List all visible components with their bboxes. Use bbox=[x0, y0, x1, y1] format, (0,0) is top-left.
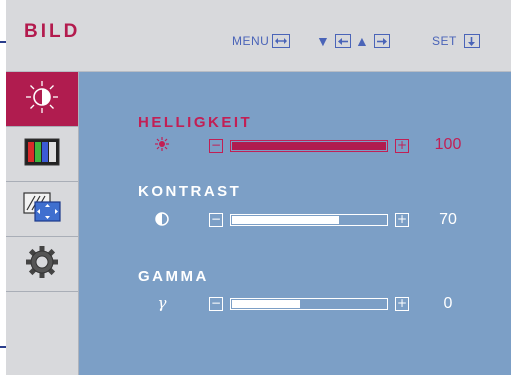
brightness-increase-button[interactable]: + bbox=[395, 139, 409, 153]
sidebar-item-position[interactable] bbox=[6, 182, 78, 237]
screen-position-icon bbox=[23, 191, 61, 227]
down-key-hint[interactable]: ▼ bbox=[316, 32, 352, 50]
set-key-label: SET bbox=[432, 34, 457, 48]
menu-key-icon bbox=[272, 34, 291, 48]
gamma-fill bbox=[232, 300, 301, 308]
contrast-decrease-button[interactable]: − bbox=[209, 213, 223, 227]
menu-title: BILD bbox=[24, 21, 81, 42]
contrast-fill bbox=[232, 216, 340, 224]
gamma-decrease-button[interactable]: − bbox=[209, 297, 223, 311]
left-arrow-key-icon bbox=[335, 34, 352, 48]
brightness-icon bbox=[24, 79, 60, 120]
gamma-slider[interactable]: − + bbox=[209, 297, 409, 311]
menu-header: BILD MENU ▼ ▲ SET bbox=[6, 0, 511, 72]
contrast-symbol-icon bbox=[152, 212, 172, 231]
up-key-hint[interactable]: ▲ bbox=[355, 32, 391, 50]
brightness-slider[interactable]: − + bbox=[209, 139, 409, 153]
right-arrow-key-icon bbox=[374, 34, 391, 48]
brightness-fill bbox=[232, 142, 386, 150]
category-sidebar bbox=[6, 72, 79, 375]
param-label-contrast: KONTRAST bbox=[138, 183, 242, 200]
sidebar-item-color[interactable] bbox=[6, 127, 78, 182]
up-arrow-icon: ▲ bbox=[355, 33, 370, 49]
settings-gear-icon bbox=[24, 244, 60, 285]
contrast-value: 70 bbox=[439, 211, 457, 228]
brightness-symbol-icon bbox=[152, 137, 172, 156]
brightness-track[interactable] bbox=[230, 140, 388, 152]
sidebar-item-settings[interactable] bbox=[6, 237, 78, 292]
set-down-key-icon bbox=[463, 34, 480, 48]
osd-menu: BILD MENU ▼ ▲ SET HELLIGKEIT − + 100 KON… bbox=[6, 0, 511, 375]
gamma-increase-button[interactable]: + bbox=[395, 297, 409, 311]
contrast-increase-button[interactable]: + bbox=[395, 213, 409, 227]
param-label-gamma: GAMMA bbox=[138, 268, 209, 285]
gamma-value: 0 bbox=[443, 295, 453, 312]
brightness-value: 100 bbox=[434, 136, 462, 153]
color-bars-icon bbox=[24, 138, 60, 171]
gamma-track[interactable] bbox=[230, 298, 388, 310]
param-label-brightness: HELLIGKEIT bbox=[138, 114, 253, 131]
contrast-slider[interactable]: − + bbox=[209, 213, 409, 227]
contrast-track[interactable] bbox=[230, 214, 388, 226]
set-key-hint[interactable]: SET bbox=[432, 32, 480, 50]
menu-key-hint[interactable]: MENU bbox=[232, 32, 291, 50]
brightness-decrease-button[interactable]: − bbox=[209, 139, 223, 153]
gamma-symbol-icon: γ bbox=[157, 294, 167, 312]
sidebar-item-picture[interactable] bbox=[6, 72, 78, 127]
menu-key-label: MENU bbox=[232, 34, 270, 48]
down-arrow-icon: ▼ bbox=[316, 33, 331, 49]
